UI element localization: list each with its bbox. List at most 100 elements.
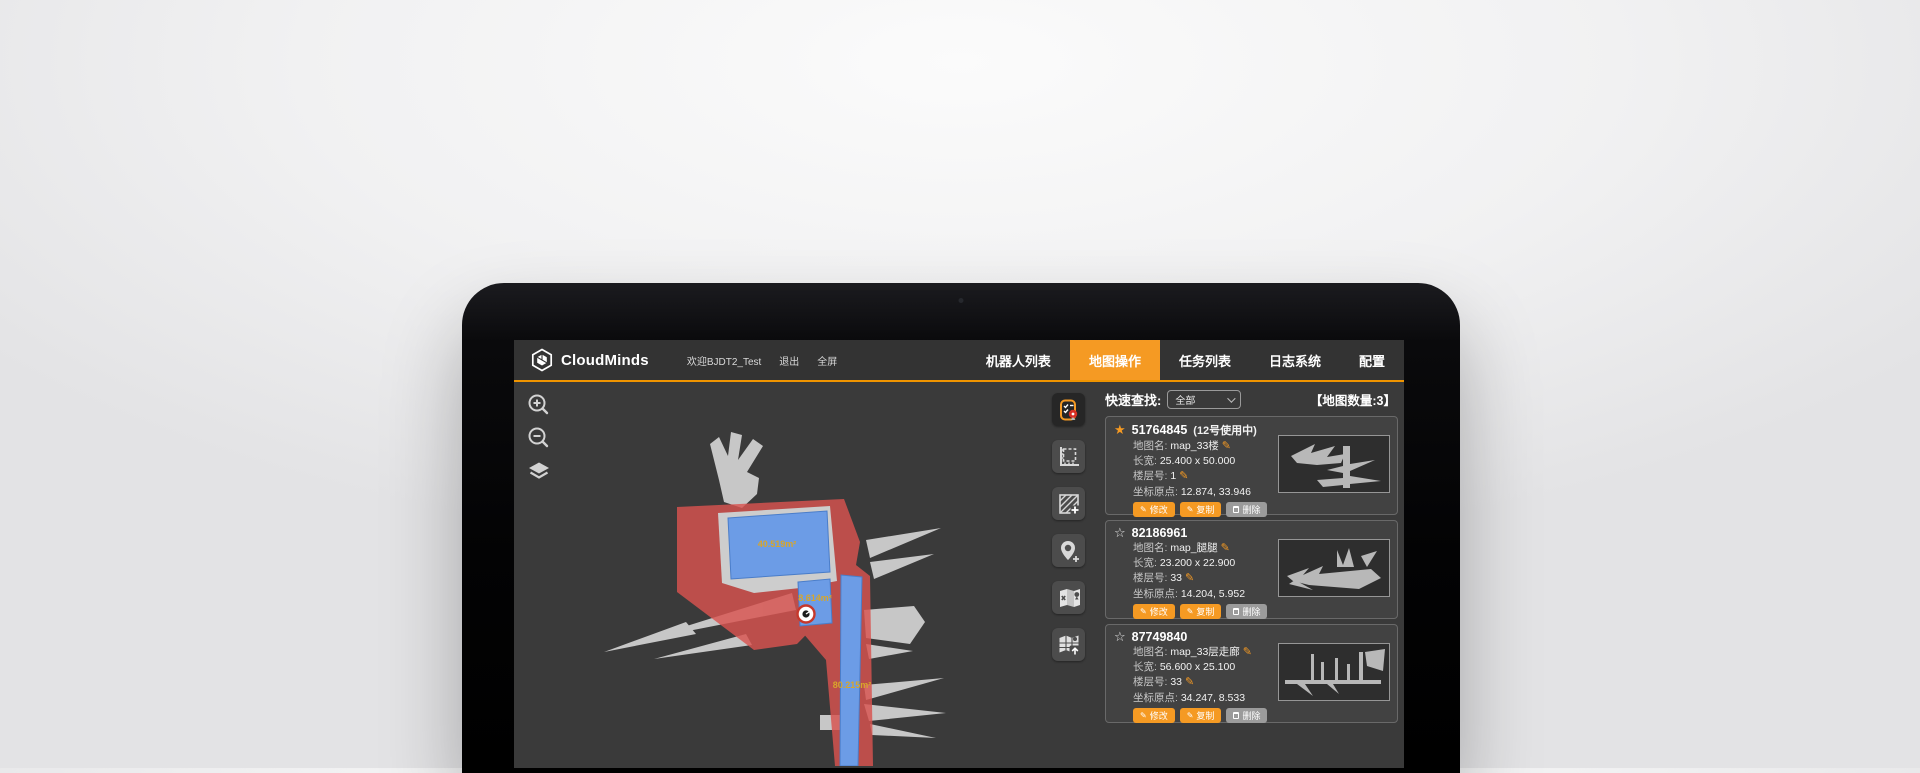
nav-item-robot-list[interactable]: 机器人列表: [967, 340, 1070, 380]
map-viewport[interactable]: 40.519m² 8.614m² 80.215m²: [514, 382, 1097, 766]
map-marker-tool[interactable]: [1052, 581, 1085, 614]
nav-menu: 机器人列表 地图操作 任务列表 日志系统 配置: [967, 340, 1404, 380]
map-tool-column: [1052, 393, 1088, 661]
field-label-size: 长宽:: [1133, 455, 1157, 467]
zone-label-large: 40.519m²: [758, 539, 797, 549]
copy-button[interactable]: ✎复制: [1180, 502, 1222, 517]
task-point-list-icon: [1056, 397, 1082, 423]
map-count-badge: 【地图数量:3】: [1310, 390, 1396, 409]
floor-value: 33: [1170, 572, 1182, 584]
field-label-floor: 楼层号:: [1133, 676, 1167, 688]
map-id: 51764845: [1132, 423, 1188, 437]
pencil-icon: ✎: [1140, 607, 1147, 616]
map-thumbnail[interactable]: [1278, 643, 1390, 701]
map-name-value: map_腿腿: [1170, 542, 1217, 554]
pencil-icon: ✎: [1187, 607, 1194, 616]
edit-floor-icon[interactable]: ✎: [1179, 470, 1188, 482]
quick-search-label: 快速查找:: [1105, 390, 1161, 409]
app-screen: CloudMinds 欢迎BJDT2_Test 退出 全屏 机器人列表 地图操作…: [514, 340, 1404, 768]
floor-value: 33: [1170, 676, 1182, 688]
edit-floor-icon[interactable]: ✎: [1185, 676, 1194, 688]
modify-button[interactable]: ✎修改: [1133, 708, 1175, 723]
logout-link[interactable]: 退出: [779, 353, 799, 368]
map-marker-icon: [1056, 585, 1082, 611]
field-label-size: 长宽:: [1133, 661, 1157, 673]
cloudminds-logo-icon: [530, 348, 554, 372]
map-thumbnail[interactable]: [1278, 435, 1390, 493]
favorite-star-icon[interactable]: ☆: [1114, 630, 1126, 643]
card-title-row: ☆ 87749840: [1114, 630, 1389, 644]
session-links: 欢迎BJDT2_Test 退出 全屏: [687, 340, 837, 380]
map-thumbnail-image: [1279, 436, 1389, 492]
nav-item-map-operation[interactable]: 地图操作: [1070, 340, 1160, 380]
map-controls: [526, 392, 552, 484]
nav-item-task-list[interactable]: 任务列表: [1160, 340, 1250, 380]
field-label-name: 地图名:: [1133, 646, 1167, 658]
map-id: 82186961: [1132, 526, 1188, 540]
field-label-origin: 坐标原点:: [1133, 486, 1178, 498]
pencil-icon: ✎: [1187, 711, 1194, 720]
fullscreen-link[interactable]: 全屏: [817, 353, 837, 368]
map-card[interactable]: ☆ 82186961 地图名: map_腿腿 ✎ 长宽: 23.200 x 22.…: [1105, 520, 1398, 619]
robot-map-canvas[interactable]: 40.519m² 8.614m² 80.215m²: [514, 382, 1097, 766]
map-in-use-tag: (12号使用中): [1193, 422, 1257, 438]
delete-button[interactable]: 删除: [1226, 708, 1267, 723]
favorite-star-icon[interactable]: ☆: [1114, 526, 1126, 539]
field-label-size: 长宽:: [1133, 557, 1157, 569]
panel-header: 快速查找: 全部 【地图数量:3】: [1105, 390, 1396, 409]
brand-name: CloudMinds: [561, 352, 649, 369]
delete-button[interactable]: 删除: [1226, 604, 1267, 619]
favorite-star-icon[interactable]: ★: [1114, 423, 1126, 436]
laptop-mockup: CloudMinds 欢迎BJDT2_Test 退出 全屏 机器人列表 地图操作…: [462, 283, 1460, 773]
edit-name-icon[interactable]: ✎: [1222, 440, 1231, 452]
task-point-list-tool[interactable]: [1052, 393, 1085, 426]
layers-icon[interactable]: [526, 458, 552, 484]
nav-item-config[interactable]: 配置: [1340, 340, 1404, 380]
origin-value: 14.204, 5.952: [1181, 588, 1245, 600]
field-label-name: 地图名:: [1133, 440, 1167, 452]
copy-button[interactable]: ✎复制: [1180, 708, 1222, 723]
field-label-name: 地图名:: [1133, 542, 1167, 554]
modify-button[interactable]: ✎修改: [1133, 502, 1175, 517]
card-actions: ✎修改 ✎复制 删除: [1133, 502, 1389, 517]
floor-value: 1: [1170, 470, 1176, 482]
welcome-text: 欢迎BJDT2_Test: [687, 353, 761, 368]
add-point-tool[interactable]: [1052, 534, 1085, 567]
map-size-value: 23.200 x 22.900: [1160, 557, 1235, 569]
field-label-floor: 楼层号:: [1133, 470, 1167, 482]
delete-button[interactable]: 删除: [1226, 502, 1267, 517]
search-filter-select[interactable]: 全部: [1167, 390, 1241, 409]
pencil-icon: ✎: [1140, 505, 1147, 514]
measure-area-icon: [1056, 444, 1082, 470]
map-id: 87749840: [1132, 630, 1188, 644]
card-actions: ✎修改 ✎复制 删除: [1133, 604, 1389, 619]
copy-button[interactable]: ✎复制: [1180, 604, 1222, 619]
pencil-icon: ✎: [1187, 505, 1194, 514]
main-content: 40.519m² 8.614m² 80.215m²: [514, 382, 1404, 766]
map-thumbnail[interactable]: [1278, 539, 1390, 597]
add-virtual-wall-tool[interactable]: [1052, 487, 1085, 520]
edit-name-icon[interactable]: ✎: [1221, 542, 1230, 554]
nav-item-log-system[interactable]: 日志系统: [1250, 340, 1340, 380]
field-label-origin: 坐标原点:: [1133, 692, 1178, 704]
webcam-dot: [959, 298, 964, 303]
map-card[interactable]: ☆ 87749840 地图名: map_33层走廊✎ 长宽: 56.600 x …: [1105, 624, 1398, 723]
zoom-in-icon[interactable]: [526, 392, 552, 418]
map-name-value: map_33楼: [1170, 440, 1218, 452]
map-size-value: 25.400 x 50.000: [1160, 455, 1235, 467]
upload-map-tool[interactable]: [1052, 628, 1085, 661]
measure-area-tool[interactable]: [1052, 440, 1085, 473]
card-title-row: ☆ 82186961: [1114, 526, 1389, 540]
map-card[interactable]: ★ 51764845 (12号使用中) 地图名: map_33楼 ✎ 长宽: 25…: [1105, 416, 1398, 515]
robot-position-marker[interactable]: [798, 606, 815, 623]
zone-label-corridor: 80.215m²: [833, 680, 872, 690]
modify-button[interactable]: ✎修改: [1133, 604, 1175, 619]
edit-floor-icon[interactable]: ✎: [1185, 572, 1194, 584]
trash-icon: [1233, 506, 1239, 513]
field-label-origin: 坐标原点:: [1133, 588, 1178, 600]
zoom-out-icon[interactable]: [526, 425, 552, 451]
chevron-down-icon: [1228, 394, 1236, 402]
trash-icon: [1233, 712, 1239, 719]
edit-name-icon[interactable]: ✎: [1243, 646, 1252, 658]
origin-value: 34.247, 8.533: [1181, 692, 1245, 704]
